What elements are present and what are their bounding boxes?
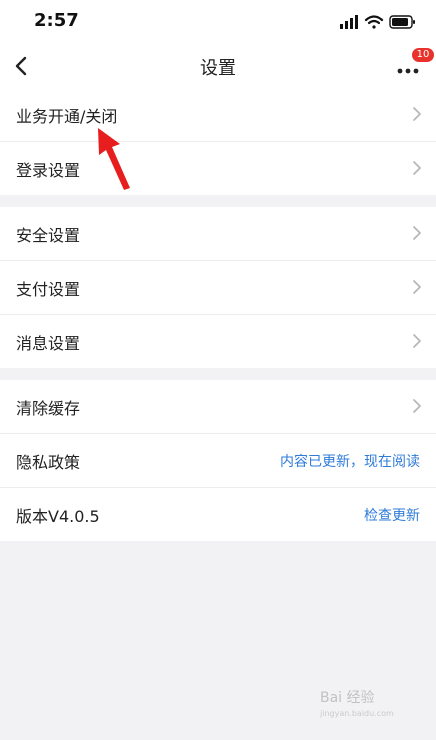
row-privacy-policy[interactable]: 隐私政策 内容已更新，现在阅读 xyxy=(0,434,436,488)
version-label: 版本V4.0.5 xyxy=(16,507,100,526)
row-clear-cache[interactable]: 清除缓存 xyxy=(0,380,436,434)
status-time: 2:57 xyxy=(34,10,79,31)
chevron-right-icon xyxy=(413,280,421,294)
settings-group-3: 清除缓存 隐私政策 内容已更新，现在阅读 版本V4.0.5 检查更新 xyxy=(0,380,436,541)
row-label: 清除缓存 xyxy=(16,399,81,418)
nav-bar: 设置 10 xyxy=(0,44,436,88)
settings-group-2: 安全设置 支付设置 消息设置 xyxy=(0,207,436,368)
chevron-right-icon xyxy=(413,226,421,240)
chevron-right-icon xyxy=(413,107,421,121)
row-payment-settings[interactable]: 支付设置 xyxy=(0,261,436,315)
row-label: 登录设置 xyxy=(16,161,81,180)
privacy-update-link[interactable]: 内容已更新，现在阅读 xyxy=(280,451,420,471)
row-service-toggle[interactable]: 业务开通/关闭 xyxy=(0,88,436,142)
chevron-right-icon xyxy=(413,399,421,413)
settings-group-1: 业务开通/关闭 登录设置 xyxy=(0,88,436,195)
row-label: 安全设置 xyxy=(16,226,81,245)
check-update-link[interactable]: 检查更新 xyxy=(364,505,420,525)
watermark-text: Bai 经验 xyxy=(320,690,375,706)
notification-badge: 10 xyxy=(412,48,434,62)
battery-icon xyxy=(389,15,415,29)
row-label: 支付设置 xyxy=(16,280,81,299)
row-message-settings[interactable]: 消息设置 xyxy=(0,315,436,368)
page-title: 设置 xyxy=(200,58,236,79)
chevron-right-icon xyxy=(413,161,421,175)
signal-icon xyxy=(340,15,358,29)
row-version: 版本V4.0.5 检查更新 xyxy=(0,488,436,541)
row-label: 业务开通/关闭 xyxy=(16,107,118,126)
row-label: 消息设置 xyxy=(16,334,81,353)
wifi-icon xyxy=(364,15,384,29)
baidu-jingyan-watermark: Bai 经验 jingyan.baidu.com xyxy=(319,690,394,718)
status-bar: 2:57 xyxy=(0,0,436,44)
chevron-right-icon xyxy=(413,334,421,348)
status-icons xyxy=(340,15,415,29)
row-label: 隐私政策 xyxy=(16,453,81,472)
watermark-subtext: jingyan.baidu.com xyxy=(319,709,394,718)
row-login-settings[interactable]: 登录设置 xyxy=(0,142,436,195)
row-security-settings[interactable]: 安全设置 xyxy=(0,207,436,261)
